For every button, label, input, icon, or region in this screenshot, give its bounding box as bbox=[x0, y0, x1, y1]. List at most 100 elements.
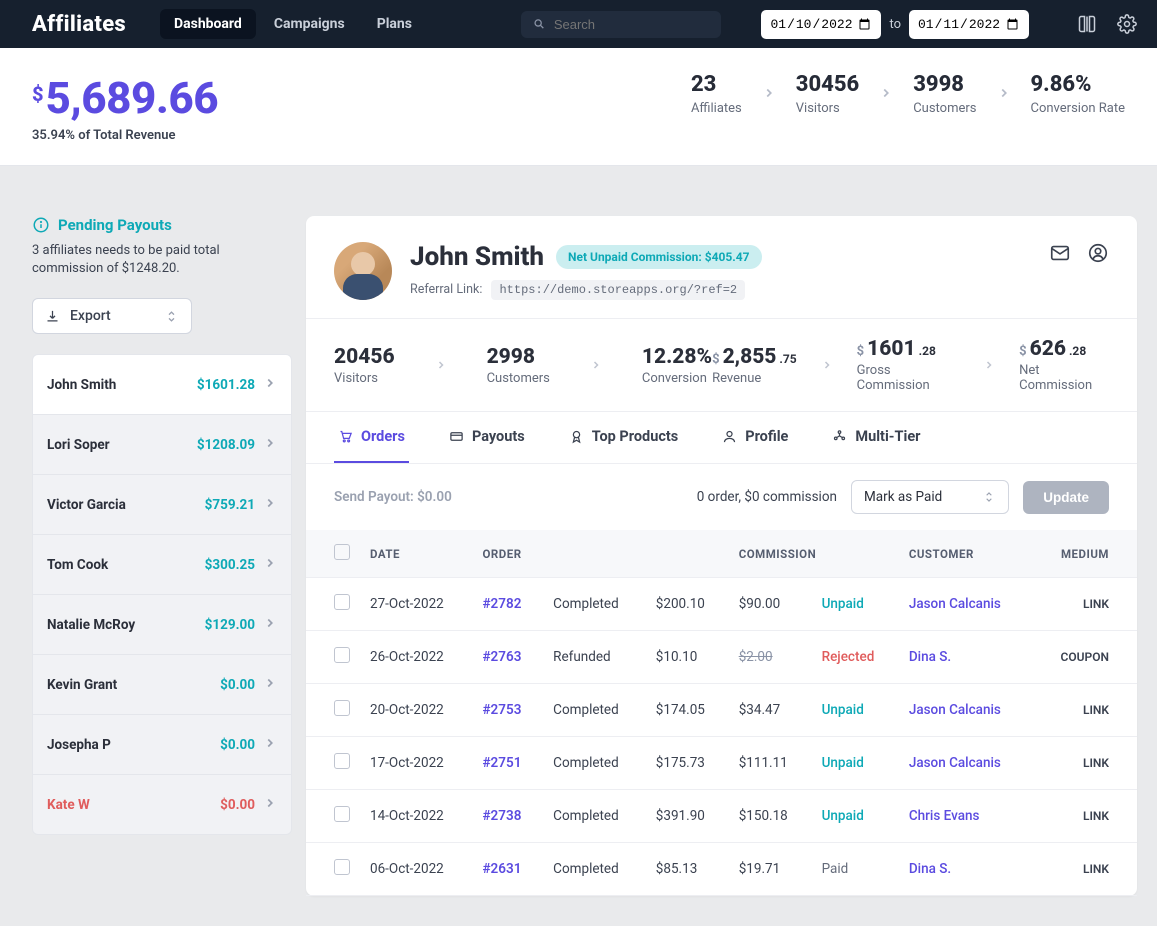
nav-plans[interactable]: Plans bbox=[363, 9, 426, 39]
user-icon[interactable] bbox=[1087, 242, 1109, 264]
chevron-right-icon bbox=[879, 85, 893, 104]
tab-profile[interactable]: Profile bbox=[718, 412, 792, 463]
date-to[interactable] bbox=[909, 10, 1029, 39]
order-row: 27-Oct-2022#2782Completed$200.10$90.00Un… bbox=[306, 578, 1137, 631]
customer-link[interactable]: Jason Calcanis bbox=[909, 755, 1001, 771]
order-row: 17-Oct-2022#2751Completed$175.73$111.11U… bbox=[306, 737, 1137, 790]
cell-commission-amount: $19.71 bbox=[729, 843, 812, 896]
search-field[interactable] bbox=[521, 11, 721, 38]
affiliate-amount: $129.00 bbox=[205, 617, 255, 633]
affiliate-amount: $1601.28 bbox=[197, 377, 255, 393]
cell-commission-status: Rejected bbox=[812, 631, 899, 684]
stat-value: 3998 bbox=[913, 72, 976, 97]
order-id-link[interactable]: #2631 bbox=[482, 861, 521, 877]
order-id-link[interactable]: #2738 bbox=[482, 808, 521, 824]
order-id-link[interactable]: #2751 bbox=[482, 755, 521, 771]
cell-order-status: Refunded bbox=[543, 631, 646, 684]
cell-order-amount: $200.10 bbox=[646, 578, 729, 631]
customer-link[interactable]: Jason Calcanis bbox=[909, 596, 1001, 612]
table-toolbar: Send Payout: $0.00 0 order, $0 commissio… bbox=[306, 463, 1137, 530]
cell-commission-status: Unpaid bbox=[812, 737, 899, 790]
affiliate-row[interactable]: Lori Soper$1208.09 bbox=[33, 414, 291, 474]
affiliate-row[interactable]: John Smith $1601.28 bbox=[33, 355, 291, 414]
mail-icon[interactable] bbox=[1049, 242, 1071, 264]
summary-stat: 9.86%Conversion Rate bbox=[1031, 72, 1126, 116]
pending-title: Pending Payouts bbox=[58, 216, 172, 234]
date-from[interactable] bbox=[761, 10, 881, 39]
order-id-link[interactable]: #2782 bbox=[482, 596, 521, 612]
tab-multi-tier[interactable]: Multi-Tier bbox=[828, 412, 924, 463]
cell-order-status: Completed bbox=[543, 684, 646, 737]
affiliate-name: Lori Soper bbox=[47, 437, 110, 453]
mark-as-select[interactable]: Mark as Paid bbox=[851, 480, 1009, 514]
tab-bar: Orders Payouts Top Products Profile Mult… bbox=[306, 411, 1137, 463]
row-checkbox[interactable] bbox=[334, 806, 350, 822]
chevron-right-icon bbox=[263, 735, 277, 754]
cell-order-amount: $10.10 bbox=[646, 631, 729, 684]
profile-info: John Smith Net Unpaid Commission: $405.4… bbox=[410, 242, 1031, 297]
cell-commission-amount: $2.00 bbox=[729, 631, 812, 684]
order-id-link[interactable]: #2753 bbox=[482, 702, 521, 718]
docs-icon[interactable] bbox=[1077, 14, 1097, 34]
affiliate-name: John Smith bbox=[47, 377, 116, 393]
mini-stats-left: 20456Visitors2998Customers12.28%Conversi… bbox=[334, 345, 712, 386]
info-icon bbox=[32, 216, 50, 234]
order-row: 06-Oct-2022#2631Completed$85.13$19.71Pai… bbox=[306, 843, 1137, 896]
tab-orders[interactable]: Orders bbox=[334, 412, 409, 463]
customer-link[interactable]: Dina S. bbox=[909, 649, 951, 665]
affiliate-row[interactable]: Kate W$0.00 bbox=[33, 774, 291, 834]
affiliate-row[interactable]: Josepha P$0.00 bbox=[33, 714, 291, 774]
search-input[interactable] bbox=[554, 17, 710, 32]
affiliate-row[interactable]: Kevin Grant$0.00 bbox=[33, 654, 291, 714]
download-icon bbox=[45, 309, 60, 324]
affiliate-row[interactable]: Tom Cook$300.25 bbox=[33, 534, 291, 594]
row-checkbox[interactable] bbox=[334, 700, 350, 716]
mini-stat: 2998Customers bbox=[487, 345, 550, 386]
affiliate-row[interactable]: Natalie McRoy $129.00 bbox=[33, 594, 291, 654]
col-date: DATE bbox=[360, 530, 472, 578]
nav-campaigns[interactable]: Campaigns bbox=[260, 9, 359, 39]
affiliate-list: John Smith $1601.28 Lori Soper$1208.09Vict… bbox=[32, 354, 292, 835]
cell-medium: COUPON bbox=[1061, 650, 1109, 664]
chevron-right-icon bbox=[263, 555, 277, 574]
customer-link[interactable]: Chris Evans bbox=[909, 808, 980, 824]
customer-link[interactable]: Jason Calcanis bbox=[909, 702, 1001, 718]
customer-link[interactable]: Dina S. bbox=[909, 861, 951, 877]
order-id-link[interactable]: #2763 bbox=[482, 649, 521, 665]
stat-value: 30456 bbox=[796, 72, 859, 97]
cell-commission-status: Unpaid bbox=[812, 684, 899, 737]
nav-dashboard[interactable]: Dashboard bbox=[160, 9, 256, 39]
currency-symbol: $ bbox=[32, 82, 44, 106]
cell-order-amount: $174.05 bbox=[646, 684, 729, 737]
money-stat: $626.28Net Commission bbox=[1019, 337, 1109, 393]
row-checkbox[interactable] bbox=[334, 594, 350, 610]
row-checkbox[interactable] bbox=[334, 753, 350, 769]
tab-payouts[interactable]: Payouts bbox=[445, 412, 529, 463]
chevron-right-icon bbox=[263, 495, 277, 514]
affiliate-row[interactable]: Victor Garcia$759.21 bbox=[33, 474, 291, 534]
cell-medium: LINK bbox=[1083, 703, 1109, 717]
topbar-actions bbox=[1077, 14, 1137, 34]
cell-commission-status: Paid bbox=[812, 843, 899, 896]
update-button[interactable]: Update bbox=[1023, 481, 1109, 514]
affiliate-amount: $759.21 bbox=[205, 497, 255, 513]
affiliate-name: Natalie McRoy bbox=[47, 617, 135, 633]
cell-commission-amount: $111.11 bbox=[729, 737, 812, 790]
export-button[interactable]: Export bbox=[32, 298, 192, 334]
tab-top-products[interactable]: Top Products bbox=[565, 412, 683, 463]
row-checkbox[interactable] bbox=[334, 859, 350, 875]
cell-medium: LINK bbox=[1083, 756, 1109, 770]
cart-icon bbox=[338, 429, 353, 444]
pending-payouts-header: Pending Payouts bbox=[32, 216, 292, 234]
referral-url[interactable]: https://demo.storeapps.org/?ref=2 bbox=[491, 280, 745, 300]
col-medium: MEDIUM bbox=[1033, 530, 1137, 578]
stat-label: Conversion Rate bbox=[1031, 101, 1126, 116]
panel-header: John Smith Net Unpaid Commission: $405.4… bbox=[306, 216, 1137, 318]
row-checkbox[interactable] bbox=[334, 647, 350, 663]
settings-icon[interactable] bbox=[1117, 14, 1137, 34]
select-all-checkbox[interactable] bbox=[334, 544, 350, 560]
summary-stat: 30456Visitors bbox=[796, 72, 859, 116]
mini-stat: 20456Visitors bbox=[334, 345, 395, 386]
avatar bbox=[334, 242, 392, 300]
col-order: ORDER bbox=[472, 530, 728, 578]
